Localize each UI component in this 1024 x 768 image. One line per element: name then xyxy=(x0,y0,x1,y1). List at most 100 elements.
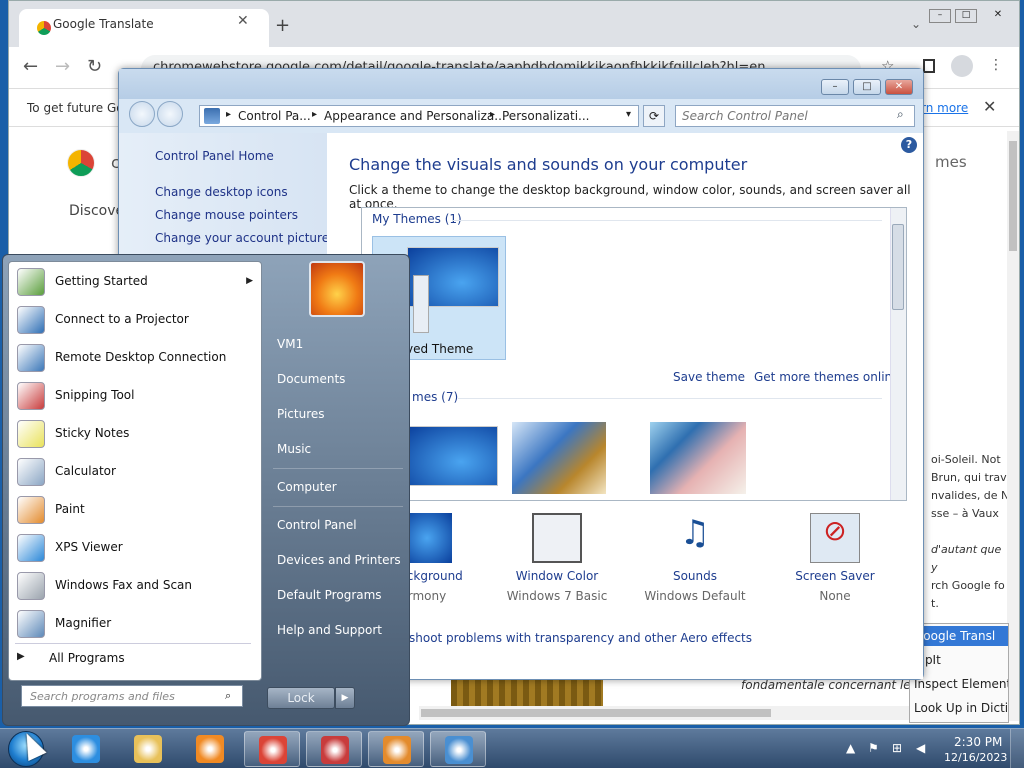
start-right-item[interactable]: Music xyxy=(277,442,311,456)
change-mouse-pointers-link[interactable]: Change mouse pointers xyxy=(155,208,298,222)
minimize-button[interactable]: – xyxy=(821,79,849,95)
start-right-item[interactable]: Documents xyxy=(277,372,345,386)
show-hidden-icons-icon[interactable]: ▲ xyxy=(846,741,855,755)
minimize-button[interactable]: – xyxy=(929,9,951,23)
breadcrumb[interactable]: ▸ Control Pa... ▸ Appearance and Persona… xyxy=(199,105,639,127)
close-button[interactable]: ✕ xyxy=(987,9,1009,23)
taskbar-button[interactable] xyxy=(120,731,176,767)
breadcrumb-arrow-icon[interactable]: ▸ xyxy=(490,109,495,120)
windows-7-theme-tile[interactable] xyxy=(406,426,498,486)
context-menu-item[interactable]: Google Transl xyxy=(910,626,1008,646)
program-item[interactable]: Magnifier xyxy=(15,608,259,642)
get-more-themes-link[interactable]: Get more themes online xyxy=(754,370,900,384)
context-menu-item[interactable]: nipIt xyxy=(910,650,1008,670)
refresh-button[interactable]: ⟳ xyxy=(643,105,665,127)
taskbar-button[interactable] xyxy=(368,731,424,767)
all-programs-item[interactable]: All Programs xyxy=(49,651,125,665)
program-item[interactable]: Paint xyxy=(15,494,259,528)
context-menu-item[interactable]: Inspect Element xyxy=(910,674,1008,694)
forward-button[interactable]: → xyxy=(55,56,70,77)
all-programs-arrow-icon[interactable]: ▶ xyxy=(17,651,25,662)
start-right-item[interactable]: Default Programs xyxy=(277,588,382,602)
tab-close-button[interactable]: ✕ xyxy=(237,13,249,29)
sounds-label[interactable]: Sounds xyxy=(635,569,755,583)
info-bar-close-icon[interactable]: ✕ xyxy=(983,97,996,116)
program-item[interactable]: Connect to a Projector xyxy=(15,304,259,338)
aero-troubleshoot-link[interactable]: shoot problems with transparency and oth… xyxy=(409,631,752,645)
start-right-item[interactable]: Control Panel xyxy=(277,518,357,532)
lock-options-arrow-icon[interactable]: ▶ xyxy=(335,687,355,709)
change-account-picture-link[interactable]: Change your account picture xyxy=(155,231,329,245)
maximize-button[interactable]: □ xyxy=(955,9,977,23)
screen-saver-label[interactable]: Screen Saver xyxy=(775,569,895,583)
ie-icon xyxy=(72,735,100,763)
submenu-arrow-icon[interactable]: ▶ xyxy=(246,276,253,286)
side-panel-icon[interactable] xyxy=(923,59,935,73)
window-color-setting[interactable]: Window Color Windows 7 Basic xyxy=(497,513,617,603)
show-desktop-button[interactable] xyxy=(1010,729,1024,768)
save-theme-link[interactable]: Save theme xyxy=(673,370,745,384)
new-tab-button[interactable]: + xyxy=(275,15,290,36)
clock-time[interactable]: 2:30 PM xyxy=(954,735,1002,749)
learn-more-link[interactable]: rn more xyxy=(921,101,968,115)
menu-kebab-icon[interactable]: ⋮ xyxy=(989,57,1003,73)
characters-theme-tile[interactable] xyxy=(650,422,746,494)
start-right-item[interactable]: Computer xyxy=(277,480,337,494)
start-search-input[interactable]: Search programs and files xyxy=(21,685,243,707)
window-color-value: Windows 7 Basic xyxy=(506,589,608,603)
page-text-line: rch Google fo xyxy=(931,579,1005,592)
back-button[interactable]: ← xyxy=(23,56,38,77)
back-button[interactable] xyxy=(129,101,155,127)
taskbar-button[interactable] xyxy=(244,731,300,767)
volume-icon[interactable]: ◀ xyxy=(916,741,925,755)
address-dropdown-icon[interactable]: ▾ xyxy=(626,109,631,120)
close-button[interactable]: ✕ xyxy=(885,79,913,95)
search-input[interactable]: Search Control Panel xyxy=(675,105,915,127)
start-right-item[interactable]: Pictures xyxy=(277,407,325,421)
search-icon[interactable]: ⌕ xyxy=(225,689,231,703)
breadcrumb-arrow-icon[interactable]: ▸ xyxy=(226,109,231,120)
start-right-item[interactable]: VM1 xyxy=(277,337,303,351)
breadcrumb-control-panel[interactable]: Control Pa... xyxy=(238,109,311,123)
user-picture[interactable] xyxy=(309,261,365,317)
clock-date[interactable]: 12/16/2023 xyxy=(944,751,1007,764)
help-icon[interactable]: ? xyxy=(901,137,917,153)
lock-button[interactable]: Lock xyxy=(267,687,335,709)
start-right-item[interactable]: Help and Support xyxy=(277,623,382,637)
window-titlebar[interactable] xyxy=(119,69,923,99)
profile-avatar-icon[interactable] xyxy=(951,55,973,77)
breadcrumb-personalization[interactable]: Personalizati... xyxy=(502,109,589,123)
taskbar-button[interactable] xyxy=(182,731,238,767)
window-color-label[interactable]: Window Color xyxy=(497,569,617,583)
architecture-theme-tile[interactable] xyxy=(512,422,606,494)
breadcrumb-arrow-icon[interactable]: ▸ xyxy=(312,109,317,120)
action-center-icon[interactable]: ⚑ xyxy=(868,741,879,755)
program-item[interactable]: Getting Started ▶ xyxy=(15,266,259,300)
screen-saver-setting[interactable]: ⊘ Screen Saver None xyxy=(775,513,895,603)
sounds-setting[interactable]: ♫ Sounds Windows Default xyxy=(635,513,755,603)
breadcrumb-appearance[interactable]: Appearance and Personaliza... xyxy=(324,109,506,123)
search-icon[interactable]: ⌕ xyxy=(897,107,904,122)
start-right-item[interactable]: Devices and Printers xyxy=(277,553,401,567)
context-menu-item[interactable]: Look Up in Dictio xyxy=(910,698,1008,718)
program-item[interactable]: XPS Viewer xyxy=(15,532,259,566)
network-icon[interactable]: ⊞ xyxy=(892,741,902,755)
taskbar-button[interactable] xyxy=(306,731,362,767)
program-item[interactable]: Snipping Tool xyxy=(15,380,259,414)
tab-search-chevron-icon[interactable]: ⌄ xyxy=(911,17,921,31)
page-hscroll-thumb[interactable] xyxy=(421,709,771,717)
maximize-button[interactable]: □ xyxy=(853,79,881,95)
page-scroll-thumb[interactable] xyxy=(1009,141,1017,251)
themes-scroll-thumb[interactable] xyxy=(892,224,904,310)
program-item[interactable]: Windows Fax and Scan xyxy=(15,570,259,604)
program-item[interactable]: Remote Desktop Connection xyxy=(15,342,259,376)
reload-button[interactable]: ↻ xyxy=(87,56,102,77)
control-panel-home-link[interactable]: Control Panel Home xyxy=(155,149,274,163)
change-desktop-icons-link[interactable]: Change desktop icons xyxy=(155,185,288,199)
taskbar-button[interactable] xyxy=(430,731,486,767)
program-item[interactable]: Calculator xyxy=(15,456,259,490)
themes-nav-fragment[interactable]: mes xyxy=(935,153,967,171)
program-item[interactable]: Sticky Notes xyxy=(15,418,259,452)
forward-button[interactable] xyxy=(157,101,183,127)
taskbar-button[interactable] xyxy=(58,731,114,767)
